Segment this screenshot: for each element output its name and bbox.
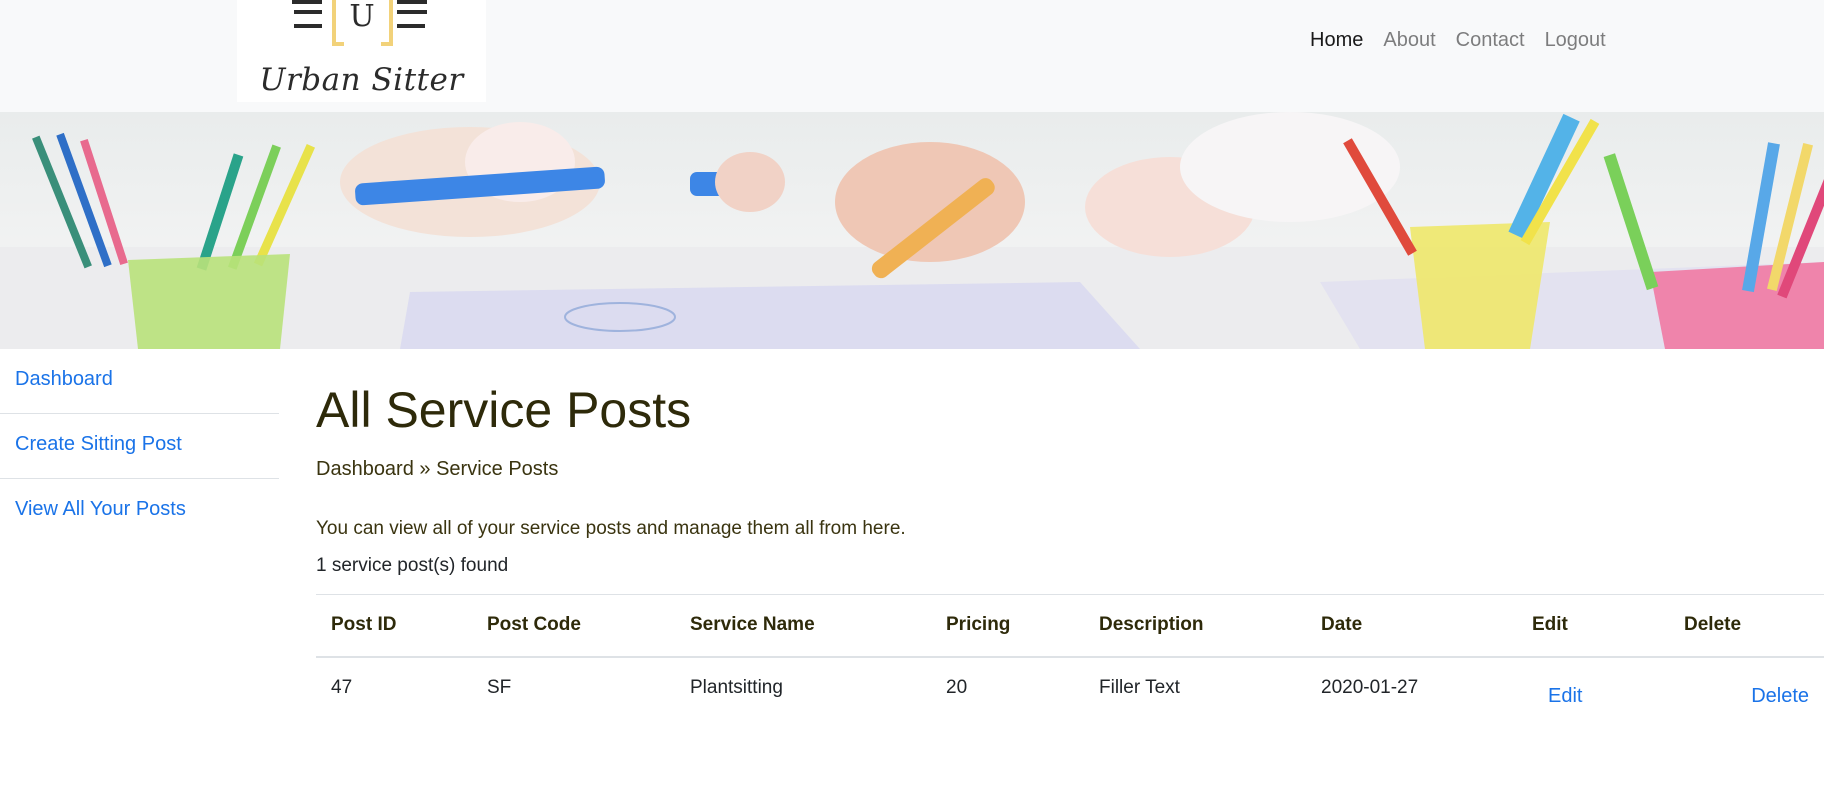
- cell-post-code: SF: [487, 677, 512, 698]
- sidebar-item-view-all-posts[interactable]: View All Your Posts: [0, 479, 279, 544]
- main-content: All Service Posts Dashboard » Service Po…: [316, 349, 1824, 707]
- sidebar-item-dashboard[interactable]: Dashboard: [0, 349, 279, 414]
- navbar: U Urban Sitter Home About Contact Logout: [0, 0, 1824, 112]
- nav-about[interactable]: About: [1383, 26, 1435, 54]
- top-nav: Home About Contact Logout: [1310, 26, 1626, 54]
- sidebar: Dashboard Create Sitting Post View All Y…: [0, 349, 279, 544]
- logo-letter: U: [349, 0, 375, 34]
- header-post-id: Post ID: [331, 614, 397, 636]
- header-delete: Delete: [1684, 614, 1742, 636]
- table-header-row: Post ID Post Code Service Name Pricing D…: [316, 594, 1824, 657]
- header-post-code: Post Code: [487, 614, 581, 636]
- intro-text: You can view all of your service posts a…: [316, 518, 906, 539]
- service-posts-table: Post ID Post Code Service Name Pricing D…: [316, 594, 1824, 719]
- edit-link[interactable]: Edit: [1548, 685, 1582, 707]
- cell-post-id: 47: [331, 677, 353, 698]
- header-pricing: Pricing: [946, 614, 1011, 636]
- nav-contact[interactable]: Contact: [1456, 26, 1525, 54]
- cell-service-name: Plantsitting: [690, 677, 783, 698]
- cell-description: Filler Text: [1099, 677, 1180, 698]
- header-date: Date: [1321, 614, 1363, 636]
- hero-banner-image: [0, 112, 1824, 349]
- header-service-name: Service Name: [690, 614, 815, 636]
- nav-logout[interactable]: Logout: [1545, 26, 1606, 54]
- cell-date: 2020-01-27: [1321, 677, 1419, 698]
- brand-name: Urban Sitter: [259, 62, 464, 98]
- post-count: 1 service post(s) found: [316, 555, 509, 576]
- nav-home[interactable]: Home: [1310, 26, 1363, 54]
- delete-link[interactable]: Delete: [1751, 685, 1809, 707]
- cell-pricing: 20: [946, 677, 968, 698]
- breadcrumb: Dashboard » Service Posts: [316, 458, 559, 480]
- header-description: Description: [1099, 614, 1204, 636]
- sidebar-item-create-sitting-post[interactable]: Create Sitting Post: [0, 414, 279, 479]
- cell-edit: Edit: [1517, 657, 1669, 719]
- table-row: 47 SF Plantsitting 20 Filler Text 2020-0…: [316, 657, 1824, 719]
- page-title: All Service Posts: [316, 382, 692, 438]
- cell-delete: Delete: [1669, 657, 1824, 719]
- header-edit: Edit: [1532, 614, 1568, 636]
- brand-logo[interactable]: U Urban Sitter: [237, 0, 486, 102]
